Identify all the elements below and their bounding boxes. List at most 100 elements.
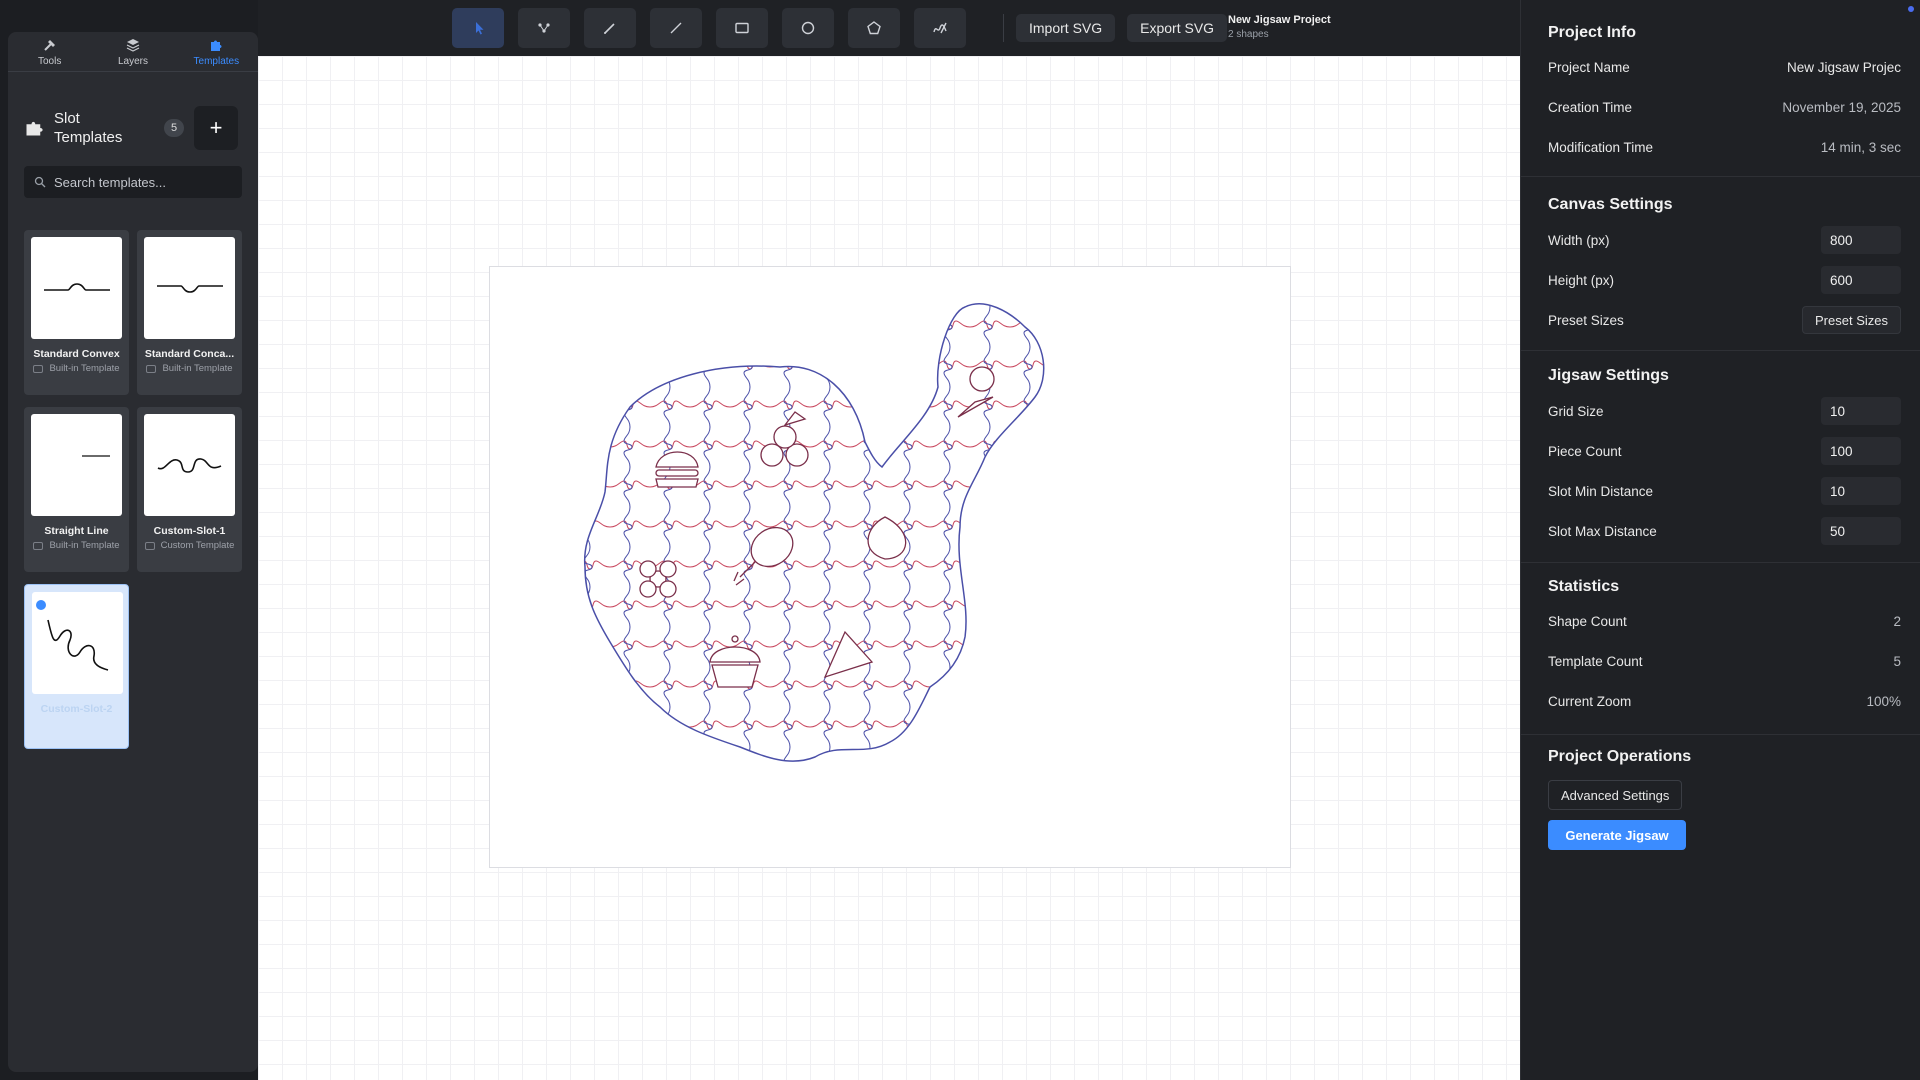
line-tool-button[interactable] xyxy=(650,8,702,48)
template-meta: Built-in Template xyxy=(144,363,235,375)
project-shape-count: 2 shapes xyxy=(1228,29,1269,40)
node-edit-icon xyxy=(538,23,550,33)
height-label: Height (px) xyxy=(1548,272,1615,288)
template-count-label: Template Count xyxy=(1548,654,1643,669)
slot-templates-header: Slot Templates 5 + xyxy=(24,106,242,150)
template-type: Built-in Template xyxy=(49,540,120,551)
jigsaw-settings-section: Jigsaw Settings Grid Size 10 Piece Count… xyxy=(1548,367,1901,545)
section-divider xyxy=(1521,176,1920,177)
template-thumbnail xyxy=(32,592,123,694)
tab-layers[interactable]: Layers xyxy=(91,32,174,71)
layers-icon xyxy=(126,38,140,52)
slot-max-distance-label: Slot Max Distance xyxy=(1548,523,1657,539)
export-svg-button[interactable]: Export SVG xyxy=(1127,14,1228,42)
slot-min-distance-input[interactable]: 10 xyxy=(1821,477,1901,505)
puzzle-icon xyxy=(26,121,43,136)
current-zoom-value: 100% xyxy=(1866,694,1901,709)
tab-layers-label: Layers xyxy=(117,55,148,67)
pointer-icon xyxy=(476,22,484,35)
piece-count-label: Piece Count xyxy=(1548,443,1622,459)
width-input[interactable]: 800 xyxy=(1821,226,1901,254)
template-card-custom-slot-1[interactable]: Custom-Slot-1 Custom Template xyxy=(137,407,242,572)
tab-tools[interactable]: Tools xyxy=(8,32,91,71)
generate-jigsaw-button[interactable]: Generate Jigsaw xyxy=(1548,820,1686,850)
advanced-settings-button[interactable]: Advanced Settings xyxy=(1548,780,1683,810)
template-name: Straight Line xyxy=(44,525,109,537)
project-name-value[interactable]: New Jigsaw Projec xyxy=(1787,60,1901,75)
creation-time-row: Creation Time November 19, 2025 xyxy=(1548,100,1901,115)
template-card-custom-slot-2[interactable]: Custom-Slot-2 xyxy=(24,584,129,749)
canvas-area[interactable] xyxy=(258,56,1520,1080)
tab-templates[interactable]: Templates xyxy=(175,32,258,71)
template-name: Custom-Slot-2 xyxy=(40,703,113,715)
toolbar-divider xyxy=(1003,14,1004,42)
template-name: Standard Conca... xyxy=(144,348,235,360)
file-actions: Import SVG Export SVG xyxy=(1003,14,1228,42)
project-title: New Jigsaw Project xyxy=(1228,14,1331,26)
pentagon-tool-button[interactable] xyxy=(848,8,900,48)
status-dot xyxy=(1908,6,1914,12)
statistics-section: Statistics Shape Count 2 Template Count … xyxy=(1548,578,1901,709)
creation-time-label: Creation Time xyxy=(1548,100,1633,115)
circle-tool-button[interactable] xyxy=(782,8,834,48)
freehand-tool-button[interactable] xyxy=(914,8,966,48)
template-type-icon xyxy=(144,542,155,550)
pointer-tool-button[interactable] xyxy=(452,8,504,48)
node-edit-tool-button[interactable] xyxy=(518,8,570,48)
puzzle-pieces xyxy=(584,303,1044,762)
height-row: Height (px) 600 xyxy=(1548,266,1901,294)
grid-size-row: Grid Size 10 xyxy=(1548,397,1901,425)
piece-count-input[interactable]: 100 xyxy=(1821,437,1901,465)
template-count-value: 5 xyxy=(1893,654,1901,669)
template-thumbnail xyxy=(144,237,235,339)
template-type: Custom Template xyxy=(160,540,235,551)
template-count-badge: 5 xyxy=(164,119,184,137)
template-card-standard-concave[interactable]: Standard Conca... Built-in Template xyxy=(137,230,242,395)
section-divider xyxy=(1521,350,1920,351)
section-title: Project Info xyxy=(1548,24,1637,41)
selected-check-icon xyxy=(36,600,46,610)
template-thumbnail xyxy=(31,237,122,339)
template-name: Standard Convex xyxy=(33,348,120,360)
grid-size-input[interactable]: 10 xyxy=(1821,397,1901,425)
tab-templates-label: Templates xyxy=(193,55,240,67)
shape-count-value: 2 xyxy=(1893,614,1901,629)
artboard[interactable] xyxy=(489,266,1291,868)
section-divider xyxy=(1521,562,1920,563)
template-thumbnail xyxy=(144,414,235,516)
current-zoom-label: Current Zoom xyxy=(1548,694,1632,709)
slot-templates-title: Slot Templates xyxy=(54,110,123,146)
preset-sizes-button[interactable]: Preset Sizes xyxy=(1802,306,1901,334)
jigsaw-drawing[interactable] xyxy=(490,267,1292,869)
left-tabs: Tools Layers Templates xyxy=(8,32,258,72)
width-label: Width (px) xyxy=(1548,232,1610,248)
add-template-button[interactable]: + xyxy=(194,106,238,150)
width-row: Width (px) 800 xyxy=(1548,226,1901,254)
template-type: Built-in Template xyxy=(162,363,233,374)
slot-min-distance-row: Slot Min Distance 10 xyxy=(1548,477,1901,505)
grid-size-label: Grid Size xyxy=(1548,403,1604,419)
puzzle-icon xyxy=(211,40,222,51)
slot-max-distance-row: Slot Max Distance 50 xyxy=(1548,517,1901,545)
pen-tool-button[interactable] xyxy=(584,8,636,48)
section-title: Statistics xyxy=(1548,578,1620,595)
piece-count-row: Piece Count 100 xyxy=(1548,437,1901,465)
section-title: Canvas Settings xyxy=(1548,196,1673,213)
hammer-icon xyxy=(43,39,55,51)
template-card-straight-line[interactable]: Straight Line Built-in Template xyxy=(24,407,129,572)
slot-max-distance-input[interactable]: 50 xyxy=(1821,517,1901,545)
template-type: Built-in Template xyxy=(49,363,120,374)
height-input[interactable]: 600 xyxy=(1821,266,1901,294)
template-type-icon xyxy=(146,365,157,373)
template-meta: Custom Template xyxy=(144,540,235,552)
template-type-icon xyxy=(33,542,44,550)
project-meta: New Jigsaw Project 2 shapes xyxy=(1228,14,1331,40)
import-svg-button[interactable]: Import SVG xyxy=(1016,14,1116,42)
rectangle-tool-button[interactable] xyxy=(716,8,768,48)
canvas-settings-section: Canvas Settings Width (px) 800 Height (p… xyxy=(1548,196,1901,334)
template-search xyxy=(24,166,242,198)
drawing-tools xyxy=(452,8,966,48)
search-input[interactable] xyxy=(54,174,224,190)
section-divider xyxy=(1521,734,1920,735)
template-card-standard-convex[interactable]: Standard Convex Built-in Template xyxy=(24,230,129,395)
